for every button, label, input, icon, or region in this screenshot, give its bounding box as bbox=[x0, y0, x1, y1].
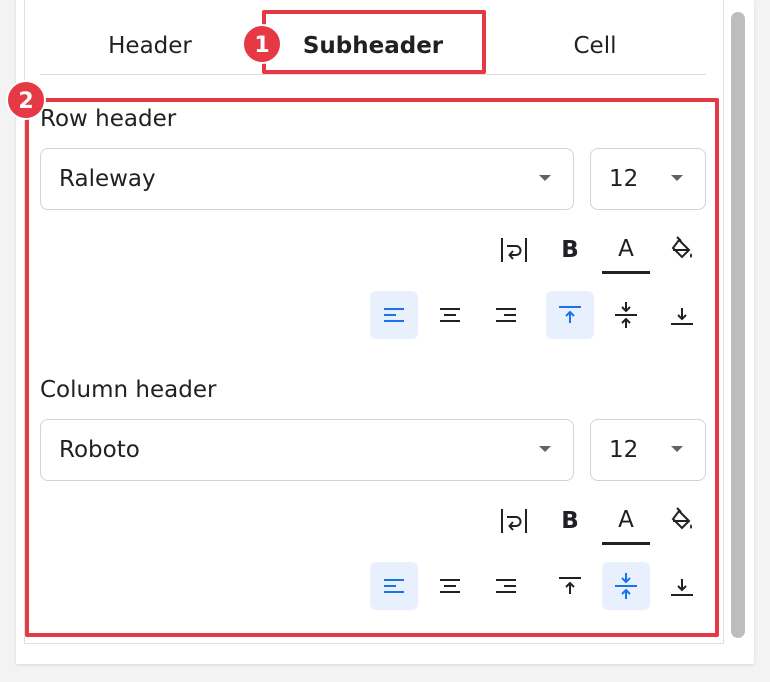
column-header-bold-button[interactable]: B bbox=[546, 497, 594, 545]
tab-cell[interactable]: Cell bbox=[540, 28, 650, 64]
column-header-align-top-button[interactable] bbox=[546, 562, 594, 610]
align-middle-icon bbox=[615, 302, 637, 328]
row-header-bold-button[interactable]: B bbox=[546, 226, 594, 274]
column-header-wrap-button[interactable] bbox=[490, 497, 538, 545]
text-color-icon: A bbox=[618, 236, 634, 262]
align-bottom-icon bbox=[671, 308, 693, 325]
align-bottom-icon bbox=[671, 579, 693, 596]
column-header-align-bottom-button[interactable] bbox=[658, 562, 706, 610]
text-color-swatch bbox=[602, 271, 650, 274]
row-header-font-select[interactable]: Raleway bbox=[40, 148, 574, 210]
tab-divider bbox=[40, 74, 706, 75]
text-color-swatch bbox=[602, 542, 650, 545]
column-header-font-select[interactable]: Roboto bbox=[40, 419, 574, 481]
align-right-icon bbox=[496, 308, 516, 322]
annotation-badge-2: 2 bbox=[6, 80, 46, 120]
fill-color-icon bbox=[671, 507, 692, 530]
chevron-down-icon bbox=[539, 446, 551, 452]
text-wrap-icon bbox=[501, 238, 527, 262]
tab-subheader[interactable]: Subheader bbox=[280, 28, 466, 64]
row-header-font-value: Raleway bbox=[59, 166, 156, 192]
bold-icon: B bbox=[561, 508, 579, 534]
align-middle-icon bbox=[615, 573, 637, 599]
column-header-text-color-button[interactable]: A bbox=[602, 497, 650, 545]
row-header-text-color-button[interactable]: A bbox=[602, 226, 650, 274]
align-left-icon bbox=[384, 579, 404, 593]
align-top-icon bbox=[559, 306, 581, 323]
row-header-fill-color-button[interactable] bbox=[658, 226, 706, 274]
row-header-align-top-button[interactable] bbox=[546, 291, 594, 339]
row-header-align-bottom-button[interactable] bbox=[658, 291, 706, 339]
row-header-size-value: 12 bbox=[609, 166, 639, 192]
fill-color-icon bbox=[671, 236, 692, 259]
column-header-fill-color-button[interactable] bbox=[658, 497, 706, 545]
chevron-down-icon bbox=[539, 175, 551, 181]
chevron-down-icon bbox=[671, 175, 683, 181]
column-header-align-center-button[interactable] bbox=[426, 562, 474, 610]
row-header-wrap-button[interactable] bbox=[490, 226, 538, 274]
align-center-icon bbox=[440, 579, 460, 593]
text-wrap-icon bbox=[501, 509, 527, 533]
row-header-align-center-button[interactable] bbox=[426, 291, 474, 339]
column-header-size-select[interactable]: 12 bbox=[590, 419, 706, 481]
tab-header[interactable]: Header bbox=[90, 28, 210, 64]
text-color-icon: A bbox=[618, 507, 634, 533]
column-header-align-middle-button[interactable] bbox=[602, 562, 650, 610]
column-header-font-value: Roboto bbox=[59, 437, 140, 463]
column-header-align-left-button[interactable] bbox=[370, 562, 418, 610]
align-center-icon bbox=[440, 308, 460, 322]
column-header-size-value: 12 bbox=[609, 437, 639, 463]
align-left-icon bbox=[384, 308, 404, 322]
annotation-badge-1: 1 bbox=[242, 24, 282, 64]
column-header-align-right-button[interactable] bbox=[482, 562, 530, 610]
bold-icon: B bbox=[561, 237, 579, 263]
row-header-align-middle-button[interactable] bbox=[602, 291, 650, 339]
scrollbar-thumb[interactable] bbox=[731, 12, 745, 638]
align-top-icon bbox=[559, 577, 581, 594]
row-header-align-left-button[interactable] bbox=[370, 291, 418, 339]
align-right-icon bbox=[496, 579, 516, 593]
chevron-down-icon bbox=[671, 446, 683, 452]
row-header-title: Row header bbox=[40, 106, 177, 132]
row-header-align-right-button[interactable] bbox=[482, 291, 530, 339]
row-header-size-select[interactable]: 12 bbox=[590, 148, 706, 210]
column-header-title: Column header bbox=[40, 377, 217, 403]
